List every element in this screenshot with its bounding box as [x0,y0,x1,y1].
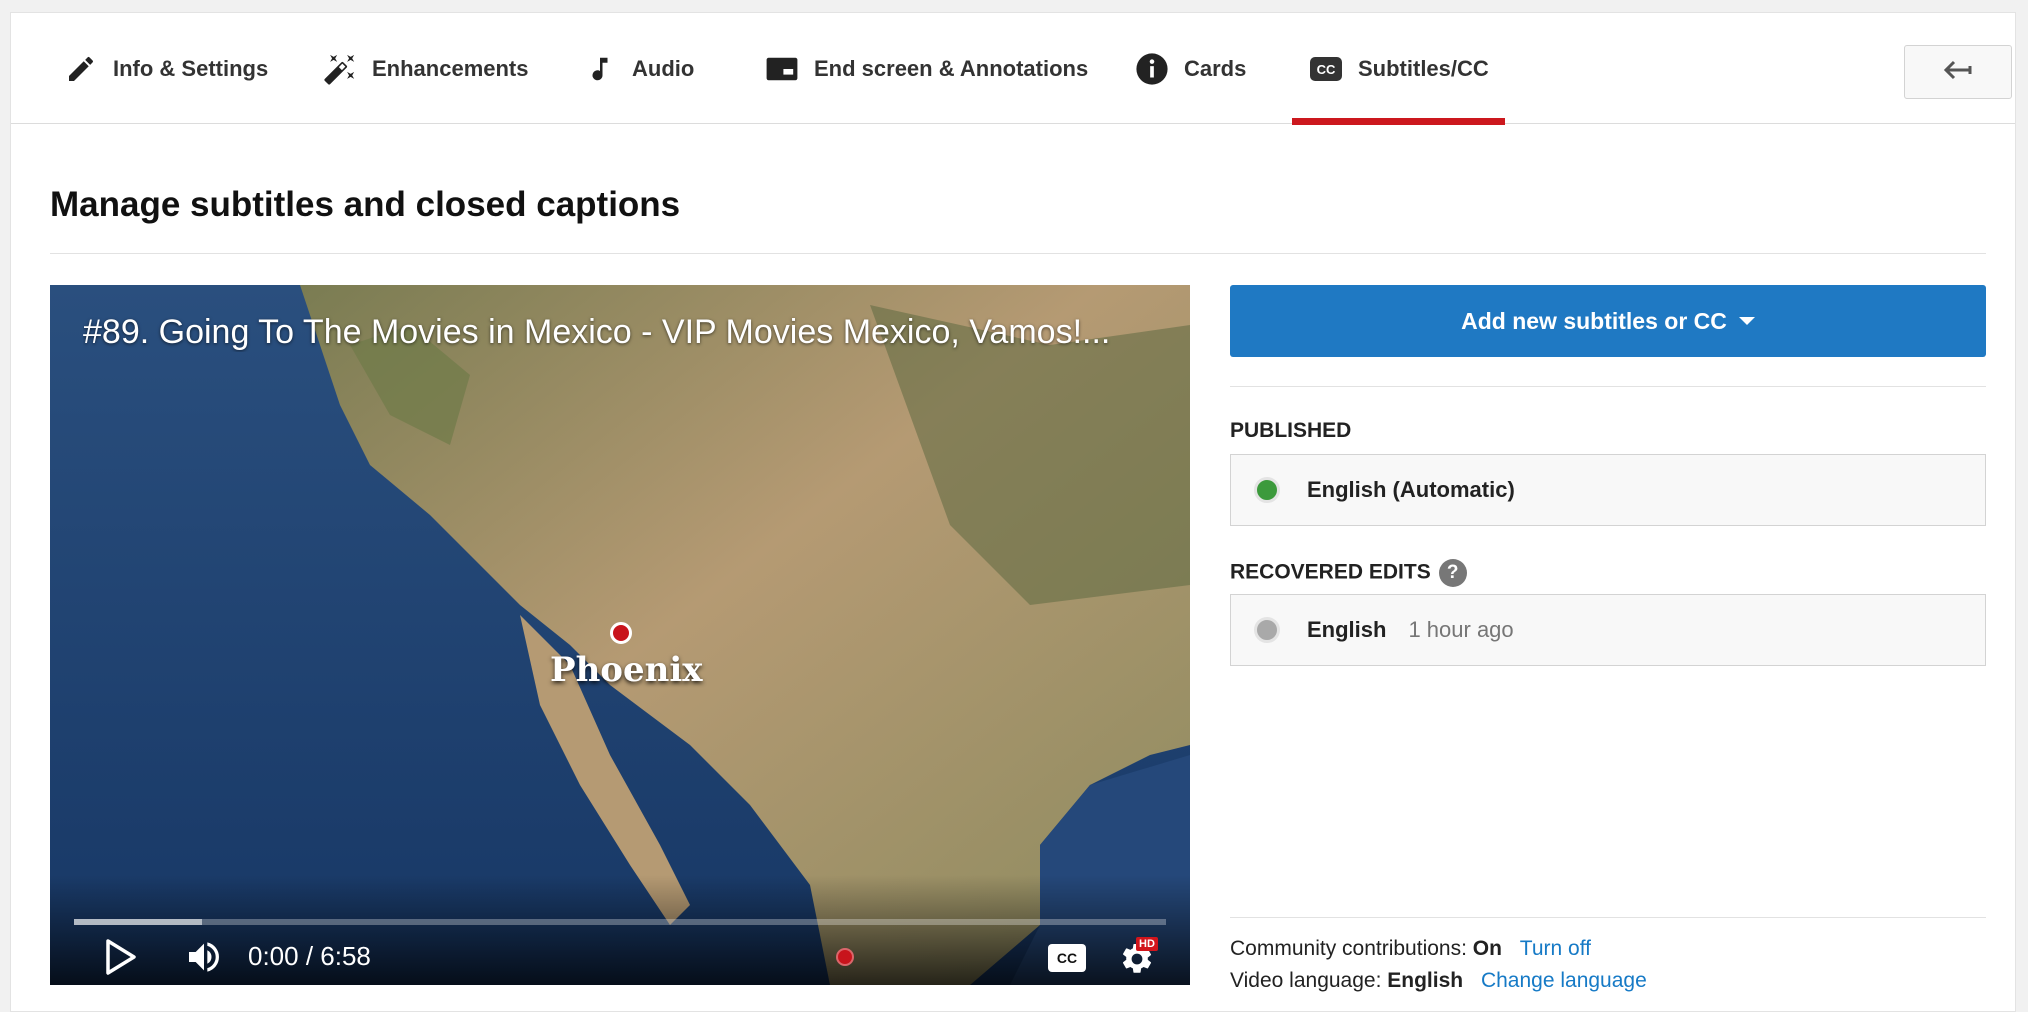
tab-label: Audio [632,55,695,81]
recovered-heading-label: RECOVERED EDITS [1230,560,1431,584]
captions-button[interactable]: CC [1048,944,1086,972]
buffered-bar [74,919,202,925]
progress-bar[interactable] [74,919,1166,925]
change-language-link[interactable]: Change language [1481,969,1647,992]
hd-badge: HD [1136,937,1158,951]
pencil-icon [63,51,99,87]
language-label: Video language: [1230,969,1382,992]
tab-end-screen[interactable]: End screen & Annotations [764,13,1088,124]
tab-label: Info & Settings [113,55,269,81]
tab-label: Subtitles/CC [1358,55,1489,81]
track-language: English [1307,617,1387,642]
tab-info-settings[interactable]: Info & Settings [63,13,268,124]
community-contributions-line: Community contributions: On Turn off [1230,937,1591,961]
svg-text:CC: CC [1317,62,1336,77]
caret-down-icon [1738,317,1755,325]
community-value: On [1472,937,1502,960]
video-language-line: Video language: English Change language [1230,969,1647,993]
published-heading: PUBLISHED [1230,419,1352,442]
add-subtitles-button[interactable]: Add new subtitles or CC [1230,285,1986,357]
community-label: Community contributions: [1230,937,1467,960]
title-divider [50,253,1986,254]
cc-icon: CC [1308,51,1344,87]
published-status-dot [1254,477,1280,503]
music-note-icon [582,51,618,87]
time-display: 0:00 / 6:58 [248,941,371,971]
tab-label: Cards [1184,55,1247,81]
play-icon [106,939,136,979]
end-screen-icon [764,51,800,87]
track-timestamp: 1 hour ago [1408,617,1514,642]
tab-enhancements[interactable]: Enhancements [322,13,529,124]
tab-bar: Info & Settings Enhancements Audio End s… [11,13,2015,125]
language-value: English [1387,969,1464,992]
volume-button[interactable] [184,937,224,982]
timeline-marker [836,948,854,966]
tab-subtitles-cc[interactable]: CC Subtitles/CC [1292,13,1505,125]
page-title: Manage subtitles and closed captions [50,185,681,224]
volume-icon [184,942,224,981]
recovered-heading: RECOVERED EDITS? [1230,559,1467,587]
editor-card: Info & Settings Enhancements Audio End s… [10,12,2016,1012]
tab-label: End screen & Annotations [814,55,1089,81]
play-button[interactable] [106,939,136,980]
video-title: #89. Going To The Movies in Mexico - VIP… [83,313,1111,351]
turn-off-link[interactable]: Turn off [1520,937,1591,960]
back-button[interactable] [1904,45,2012,99]
help-icon[interactable]: ? [1438,559,1467,587]
map-location-marker [610,622,632,644]
footer-divider [1230,917,1986,918]
add-subtitles-label: Add new subtitles or CC [1461,307,1727,334]
recovered-track-row[interactable]: English 1 hour ago [1230,594,1986,666]
tab-audio[interactable]: Audio [582,13,694,124]
back-arrow-icon [1943,60,1973,85]
magic-wand-icon [322,51,358,87]
recovered-status-dot [1254,617,1280,643]
track-language: English (Automatic) [1307,477,1515,502]
panel-divider [1230,386,1986,387]
info-icon [1134,51,1170,87]
gear-icon [1119,943,1155,981]
tab-cards[interactable]: Cards [1134,13,1246,124]
map-location-label: Phoenix [550,650,703,690]
video-player[interactable]: #89. Going To The Movies in Mexico - VIP… [50,285,1190,985]
published-track-row[interactable]: English (Automatic) [1230,454,1986,526]
tab-label: Enhancements [372,55,529,81]
